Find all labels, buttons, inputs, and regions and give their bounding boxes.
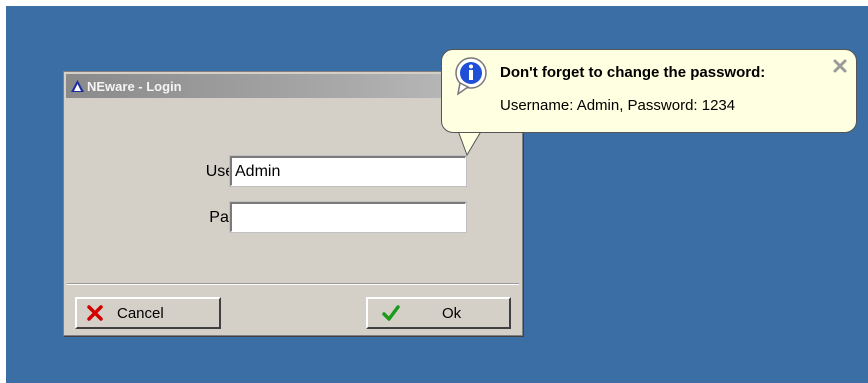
- info-icon: [450, 54, 494, 103]
- cancel-button-label: Cancel: [117, 304, 164, 322]
- balloon-title: Don't forget to change the password:: [500, 64, 766, 81]
- button-separator: [67, 283, 519, 285]
- password-field[interactable]: [229, 201, 467, 233]
- balloon-message: Username: Admin, Password: 1234: [500, 97, 736, 114]
- ok-button[interactable]: Ok: [366, 297, 511, 329]
- balloon-tooltip: Don't forget to change the password: Use…: [441, 49, 857, 133]
- green-check-icon: [382, 305, 400, 321]
- red-x-icon: [87, 305, 103, 321]
- ok-button-label: Ok: [442, 304, 462, 322]
- username-field[interactable]: [229, 155, 467, 187]
- cancel-button[interactable]: Cancel: [75, 297, 221, 329]
- window-title: NEware - Login: [87, 78, 182, 94]
- close-icon[interactable]: [832, 58, 848, 74]
- app-logo-icon: [71, 80, 84, 92]
